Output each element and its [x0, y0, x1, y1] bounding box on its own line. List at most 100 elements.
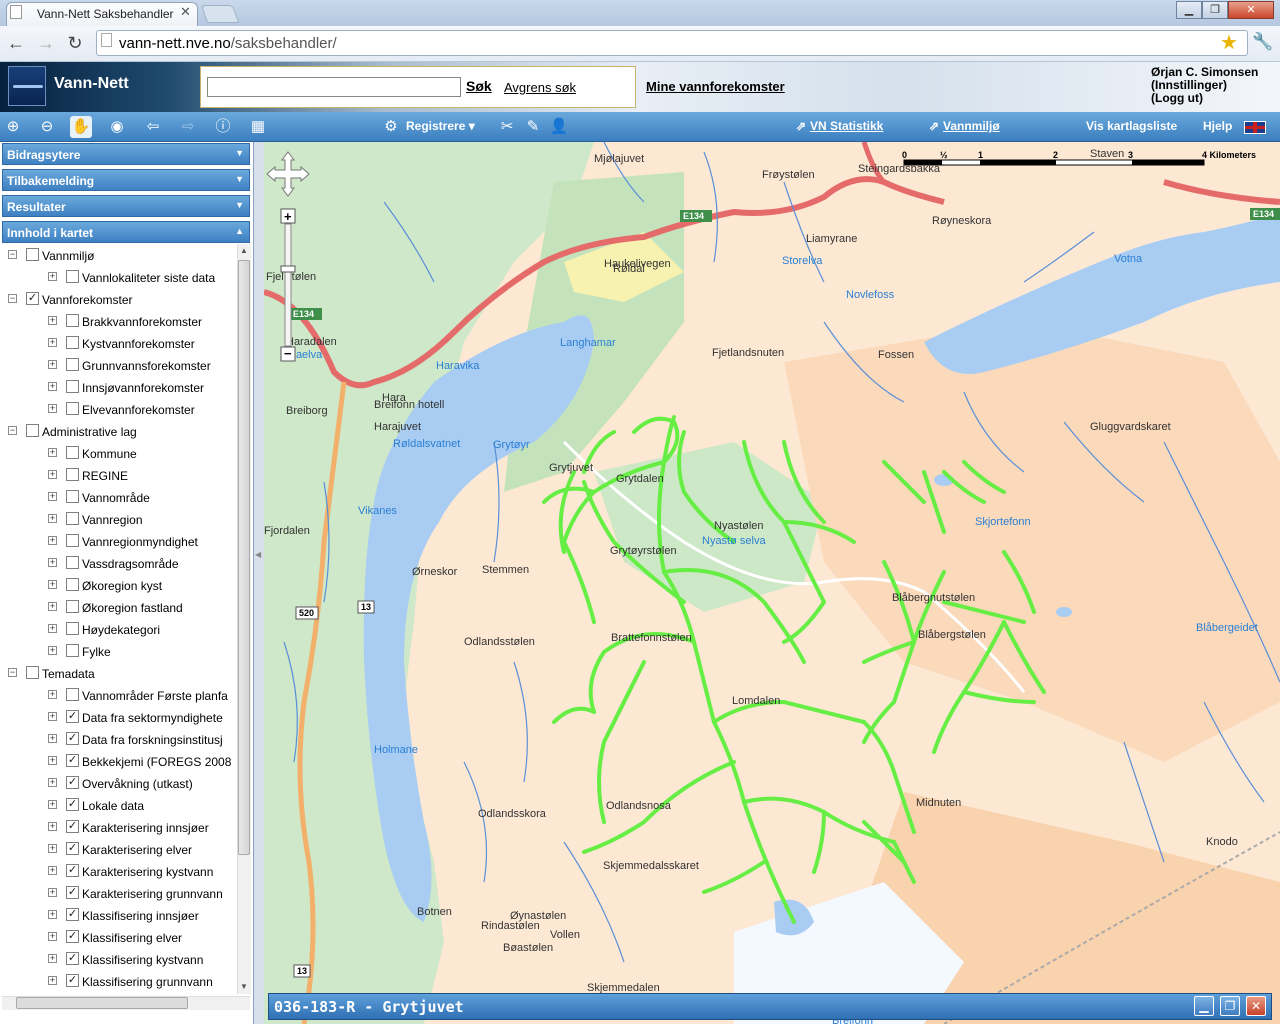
layer-checkbox[interactable]: ✓	[66, 952, 79, 965]
expand-icon[interactable]: +	[48, 382, 57, 391]
panel-tilbakemelding[interactable]: Tilbakemelding ▼	[2, 169, 250, 191]
expand-icon[interactable]: +	[48, 910, 57, 919]
layer-tree-item[interactable]: + ✓ Karakterisering grunnvann	[2, 882, 236, 904]
layer-checkbox[interactable]: ✓	[66, 908, 79, 921]
layer-checkbox[interactable]: ✓	[66, 732, 79, 745]
expand-icon[interactable]: +	[48, 536, 57, 545]
collapse-icon[interactable]: −	[8, 250, 17, 259]
layer-tree-item[interactable]: + Økoregion kyst	[2, 574, 236, 596]
layer-tree-item[interactable]: − ✓ Vannforekomster	[2, 288, 236, 310]
layer-checkbox[interactable]: ✓	[66, 886, 79, 899]
close-tab-icon[interactable]: ✕	[180, 4, 191, 20]
expand-icon[interactable]: +	[48, 734, 57, 743]
layer-tree-item[interactable]: + ✓ Klassifisering innsjøer	[2, 904, 236, 926]
browser-tab[interactable]: Vann-Nett Saksbehandler	[6, 2, 198, 26]
layer-checkbox[interactable]	[66, 622, 79, 635]
map-canvas[interactable]: 0 ½ 1 2 3 4 Kilometers E134 E134 E134 52…	[264, 142, 1280, 1024]
panel-resultater[interactable]: Resultater ▼	[2, 195, 250, 217]
help-link[interactable]: Hjelp	[1203, 119, 1232, 133]
pencil-icon[interactable]: ✎	[522, 116, 544, 138]
info-icon[interactable]: ⓘ	[212, 116, 234, 138]
expand-icon[interactable]: +	[48, 492, 57, 501]
expand-icon[interactable]: +	[48, 338, 57, 347]
zoom-out-icon[interactable]: ⊖	[36, 116, 58, 138]
layer-checkbox[interactable]	[66, 556, 79, 569]
layer-tree-item[interactable]: + Kommune	[2, 442, 236, 464]
layer-checkbox[interactable]	[66, 688, 79, 701]
expand-icon[interactable]: +	[48, 756, 57, 765]
expand-icon[interactable]: +	[48, 272, 57, 281]
collapse-icon[interactable]: −	[8, 294, 17, 303]
layer-tree-item[interactable]: + ✓ Data fra forskningsinstitusj	[2, 728, 236, 750]
layer-checkbox[interactable]	[66, 336, 79, 349]
zoom-extent-icon[interactable]: ◉	[106, 116, 128, 138]
expand-icon[interactable]: +	[48, 844, 57, 853]
vn-statistics-link[interactable]: VN Statistikk	[810, 119, 883, 133]
layer-checkbox[interactable]	[66, 534, 79, 547]
map-view[interactable]: 0 ½ 1 2 3 4 Kilometers E134 E134 E134 52…	[264, 142, 1280, 1024]
reload-icon[interactable]: ↻	[63, 32, 87, 56]
layer-list-link[interactable]: Vis kartlagsliste	[1086, 119, 1177, 133]
layer-tree-item[interactable]: − Administrative lag	[2, 420, 236, 442]
expand-icon[interactable]: +	[48, 712, 57, 721]
expand-icon[interactable]: +	[48, 316, 57, 325]
expand-icon[interactable]: +	[48, 448, 57, 457]
search-button[interactable]: Søk	[466, 78, 492, 94]
layer-tree-item[interactable]: − Vannmiljø	[2, 244, 236, 266]
layer-tree-item[interactable]: + Økoregion fastland	[2, 596, 236, 618]
layer-tree-item[interactable]: + Fylke	[2, 640, 236, 662]
add-user-icon[interactable]: 👤	[548, 116, 570, 138]
layer-tree-item[interactable]: − Temadata	[2, 662, 236, 684]
refine-search-link[interactable]: Avgrens søk	[504, 80, 576, 95]
layer-tree-item[interactable]: + ✓ Data fra sektormyndighete	[2, 706, 236, 728]
restore-icon[interactable]: ❐	[1220, 996, 1240, 1016]
layer-checkbox[interactable]	[66, 270, 79, 283]
layer-checkbox[interactable]	[66, 644, 79, 657]
minimize-window-button[interactable]: ▁	[1176, 1, 1202, 19]
next-extent-icon[interactable]: ⇨	[177, 116, 199, 138]
scrollbar-thumb[interactable]	[238, 260, 250, 855]
layer-tree-item[interactable]: + Brakkvannforekomster	[2, 310, 236, 332]
layer-tree-item[interactable]: + ✓ Lokale data	[2, 794, 236, 816]
layer-checkbox[interactable]: ✓	[66, 930, 79, 943]
panel-innhold-i-kartet[interactable]: Innhold i kartet ▲	[2, 221, 250, 243]
expand-icon[interactable]: +	[48, 800, 57, 809]
close-window-button[interactable]: ✕	[1228, 1, 1274, 19]
wrench-icon[interactable]: 🔧	[1252, 32, 1273, 52]
zoom-in-icon[interactable]: ⊕	[2, 116, 24, 138]
layer-checkbox[interactable]	[66, 468, 79, 481]
layer-tree-item[interactable]: + Vannregion	[2, 508, 236, 530]
layer-checkbox[interactable]	[66, 600, 79, 613]
layer-checkbox[interactable]: ✓	[66, 776, 79, 789]
layer-tree-item[interactable]: + ✓ Overvåkning (utkast)	[2, 772, 236, 794]
address-bar[interactable]: vann-nett.nve.no/saksbehandler/	[96, 30, 1248, 56]
expand-icon[interactable]: +	[48, 404, 57, 413]
layer-tree-item[interactable]: + ✓ Klassifisering kystvann	[2, 948, 236, 970]
layer-tree-item[interactable]: + Vannregionmyndighet	[2, 530, 236, 552]
scroll-up-icon[interactable]: ▲	[240, 246, 248, 255]
expand-icon[interactable]: +	[48, 558, 57, 567]
layer-tree-item[interactable]: + Vannområder Første planfa	[2, 684, 236, 706]
layer-checkbox[interactable]: ✓	[66, 798, 79, 811]
layer-tree-item[interactable]: + Høydekategori	[2, 618, 236, 640]
new-tab-button[interactable]	[200, 5, 240, 23]
scroll-down-icon[interactable]: ▼	[240, 982, 248, 991]
previous-extent-icon[interactable]: ⇦	[142, 116, 164, 138]
layer-tree-item[interactable]: + Vannlokaliteter siste data	[2, 266, 236, 288]
close-icon[interactable]: ✕	[1246, 996, 1266, 1016]
logout-link[interactable]: (Logg ut)	[1151, 92, 1258, 105]
layer-checkbox[interactable]: ✓	[66, 820, 79, 833]
forward-arrow-icon[interactable]: →	[34, 32, 58, 56]
expand-icon[interactable]: +	[48, 888, 57, 897]
layer-tree-item[interactable]: + REGINE	[2, 464, 236, 486]
back-arrow-icon[interactable]: ←	[4, 32, 28, 56]
layer-checkbox[interactable]	[66, 314, 79, 327]
expand-icon[interactable]: +	[48, 580, 57, 589]
search-input[interactable]	[207, 77, 461, 97]
expand-icon[interactable]: +	[48, 690, 57, 699]
layer-tree-item[interactable]: + Vassdragsområde	[2, 552, 236, 574]
expand-icon[interactable]: +	[48, 976, 57, 985]
draw-tool-icon[interactable]: ✂	[496, 116, 518, 138]
layer-checkbox[interactable]	[66, 446, 79, 459]
layer-checkbox[interactable]: ✓	[66, 842, 79, 855]
